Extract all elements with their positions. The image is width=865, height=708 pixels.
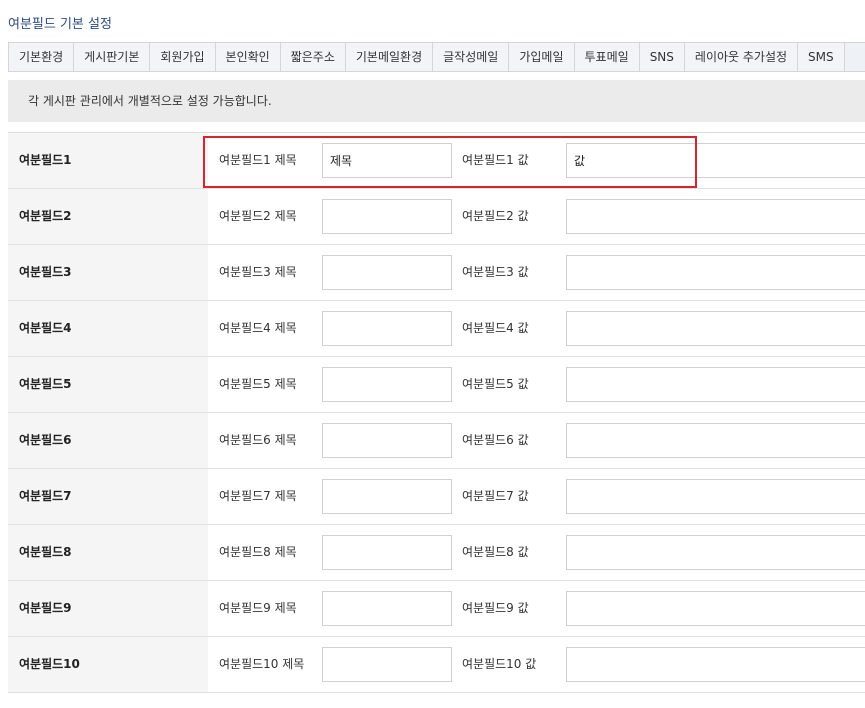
field-header: 여분필드3	[8, 245, 208, 300]
field-value-label: 여분필드2 값	[462, 209, 529, 223]
field-header: 여분필드4	[8, 301, 208, 356]
field-value-label: 여분필드3 값	[462, 265, 529, 279]
field-header: 여분필드8	[8, 525, 208, 580]
field-title-label: 여분필드4 제목	[219, 321, 297, 335]
field-header: 여분필드1	[8, 133, 208, 188]
table-row: 여분필드7 여분필드7 제목 여분필드7 값	[8, 469, 865, 525]
field-title-label: 여분필드6 제목	[219, 433, 297, 447]
field-value-input[interactable]	[566, 423, 865, 458]
field-value-input[interactable]	[566, 367, 865, 402]
table-row: 여분필드9 여분필드9 제목 여분필드9 값	[8, 581, 865, 637]
tab-layout-extra[interactable]: 레이아웃 추가설정	[684, 43, 799, 71]
field-title-label: 여분필드2 제목	[219, 209, 297, 223]
field-title-label: 여분필드5 제목	[219, 377, 297, 391]
field-value-input[interactable]	[566, 199, 865, 234]
tab-sms[interactable]: SMS	[798, 43, 845, 71]
field-header: 여분필드7	[8, 469, 208, 524]
field-title-label: 여분필드10 제목	[219, 657, 305, 671]
field-value-label: 여분필드6 값	[462, 433, 529, 447]
field-title-input[interactable]	[322, 535, 452, 570]
table-row: 여분필드6 여분필드6 제목 여분필드6 값	[8, 413, 865, 469]
field-title-input[interactable]	[322, 647, 452, 682]
field-value-label: 여분필드8 값	[462, 545, 529, 559]
field-value-label: 여분필드7 값	[462, 489, 529, 503]
field-header: 여분필드9	[8, 581, 208, 636]
page-title: 여분필드 기본 설정	[8, 17, 112, 32]
field-value-input[interactable]	[566, 255, 865, 290]
field-value-label: 여분필드4 값	[462, 321, 529, 335]
table-row: 여분필드1 여분필드1 제목 여분필드1 값	[8, 133, 865, 189]
field-header: 여분필드2	[8, 189, 208, 244]
field-title-input[interactable]	[322, 255, 452, 290]
tab-basic-mail-env[interactable]: 기본메일환경	[345, 43, 434, 71]
field-title-input[interactable]	[322, 311, 452, 346]
field-value-input[interactable]	[566, 647, 865, 682]
tab-identity-check[interactable]: 본인확인	[215, 43, 281, 71]
field-header: 여분필드6	[8, 413, 208, 468]
field-value-input[interactable]	[566, 479, 865, 514]
table-row: 여분필드2 여분필드2 제목 여분필드2 값	[8, 189, 865, 245]
field-title-input[interactable]	[322, 591, 452, 626]
tab-basic-env[interactable]: 기본환경	[8, 43, 75, 71]
tab-member-join[interactable]: 회원가입	[150, 43, 216, 71]
tab-vote-mail[interactable]: 투표메일	[574, 43, 640, 71]
field-value-input[interactable]	[566, 311, 865, 346]
notice-banner: 각 게시판 관리에서 개별적으로 설정 가능합니다.	[8, 80, 865, 122]
settings-tab-bar: 기본환경 게시판기본 회원가입 본인확인 짧은주소 기본메일환경 글작성메일 가…	[8, 42, 865, 72]
field-title-input[interactable]	[322, 143, 452, 178]
table-row: 여분필드8 여분필드8 제목 여분필드8 값	[8, 525, 865, 581]
tab-write-mail[interactable]: 글작성메일	[433, 43, 510, 71]
field-title-label: 여분필드3 제목	[219, 265, 297, 279]
field-value-label: 여분필드9 값	[462, 601, 529, 615]
field-value-input[interactable]	[566, 591, 865, 626]
field-header: 여분필드5	[8, 357, 208, 412]
field-title-input[interactable]	[322, 423, 452, 458]
field-header: 여분필드10	[8, 637, 208, 692]
tab-board-basic[interactable]: 게시판기본	[74, 43, 151, 71]
tab-short-url[interactable]: 짧은주소	[280, 43, 346, 71]
field-value-label: 여분필드10 값	[462, 657, 537, 671]
field-value-input[interactable]	[566, 143, 865, 178]
field-title-input[interactable]	[322, 367, 452, 402]
field-title-input[interactable]	[322, 199, 452, 234]
field-title-label: 여분필드8 제목	[219, 545, 297, 559]
table-row: 여분필드5 여분필드5 제목 여분필드5 값	[8, 357, 865, 413]
tab-join-mail[interactable]: 가입메일	[509, 43, 575, 71]
field-title-label: 여분필드1 제목	[219, 153, 297, 167]
table-row: 여분필드4 여분필드4 제목 여분필드4 값	[8, 301, 865, 357]
field-value-input[interactable]	[566, 535, 865, 570]
field-title-input[interactable]	[322, 479, 452, 514]
table-row: 여분필드3 여분필드3 제목 여분필드3 값	[8, 245, 865, 301]
table-row: 여분필드10 여분필드10 제목 여분필드10 값	[8, 637, 865, 693]
tab-sns[interactable]: SNS	[639, 43, 685, 71]
extra-fields-table: 여분필드1 여분필드1 제목 여분필드1 값 여분필드2 여분필드2 제목 여분…	[8, 132, 865, 693]
field-value-label: 여분필드5 값	[462, 377, 529, 391]
field-title-label: 여분필드9 제목	[219, 601, 297, 615]
field-value-label: 여분필드1 값	[462, 153, 529, 167]
field-title-label: 여분필드7 제목	[219, 489, 297, 503]
